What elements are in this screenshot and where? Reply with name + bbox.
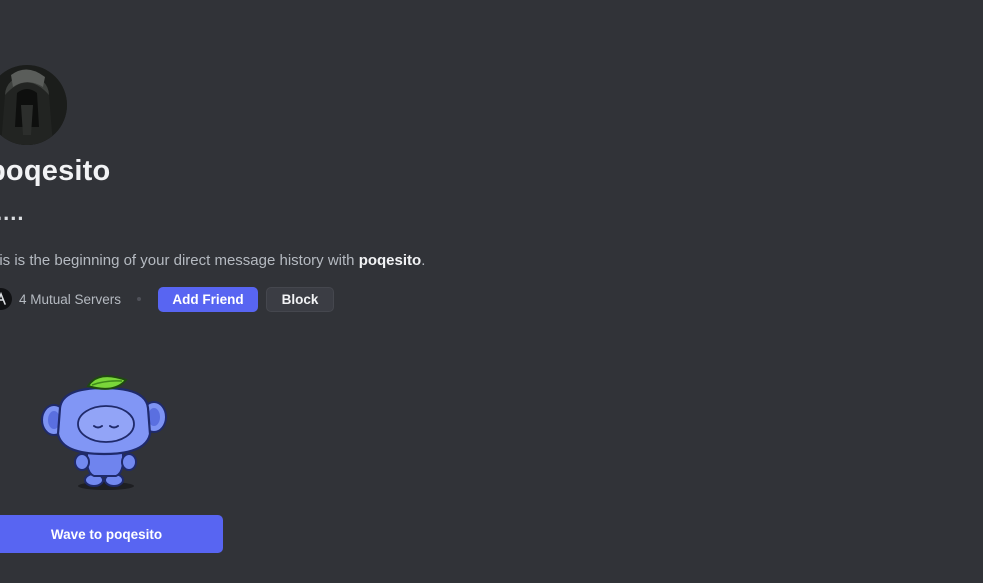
intro-username: poqesito: [358, 252, 422, 269]
separator-dot: [137, 297, 142, 301]
avatar-image: [0, 65, 67, 145]
profile-username: poqesito: [0, 155, 111, 187]
profile-tag: ....: [0, 200, 25, 225]
mutual-servers-link[interactable]: 4 Mutual Servers: [19, 292, 121, 307]
dm-intro-text: his is the beginning of your direct mess…: [0, 252, 425, 269]
intro-period: .: [421, 252, 426, 269]
add-friend-button[interactable]: Add Friend: [158, 286, 259, 312]
server-icon[interactable]: [0, 288, 12, 310]
wave-button[interactable]: Wave to poqesito: [0, 515, 223, 553]
avatar[interactable]: [0, 65, 67, 145]
intro-text: his is the beginning of your direct mess…: [0, 252, 359, 269]
block-button[interactable]: Block: [266, 286, 335, 312]
dm-welcome-page: poqesito .... his is the beginning of yo…: [0, 0, 983, 583]
wumpus-sticker-icon: [38, 372, 170, 492]
mutual-actions-row: 4 Mutual Servers Add Friend Block: [0, 286, 335, 312]
